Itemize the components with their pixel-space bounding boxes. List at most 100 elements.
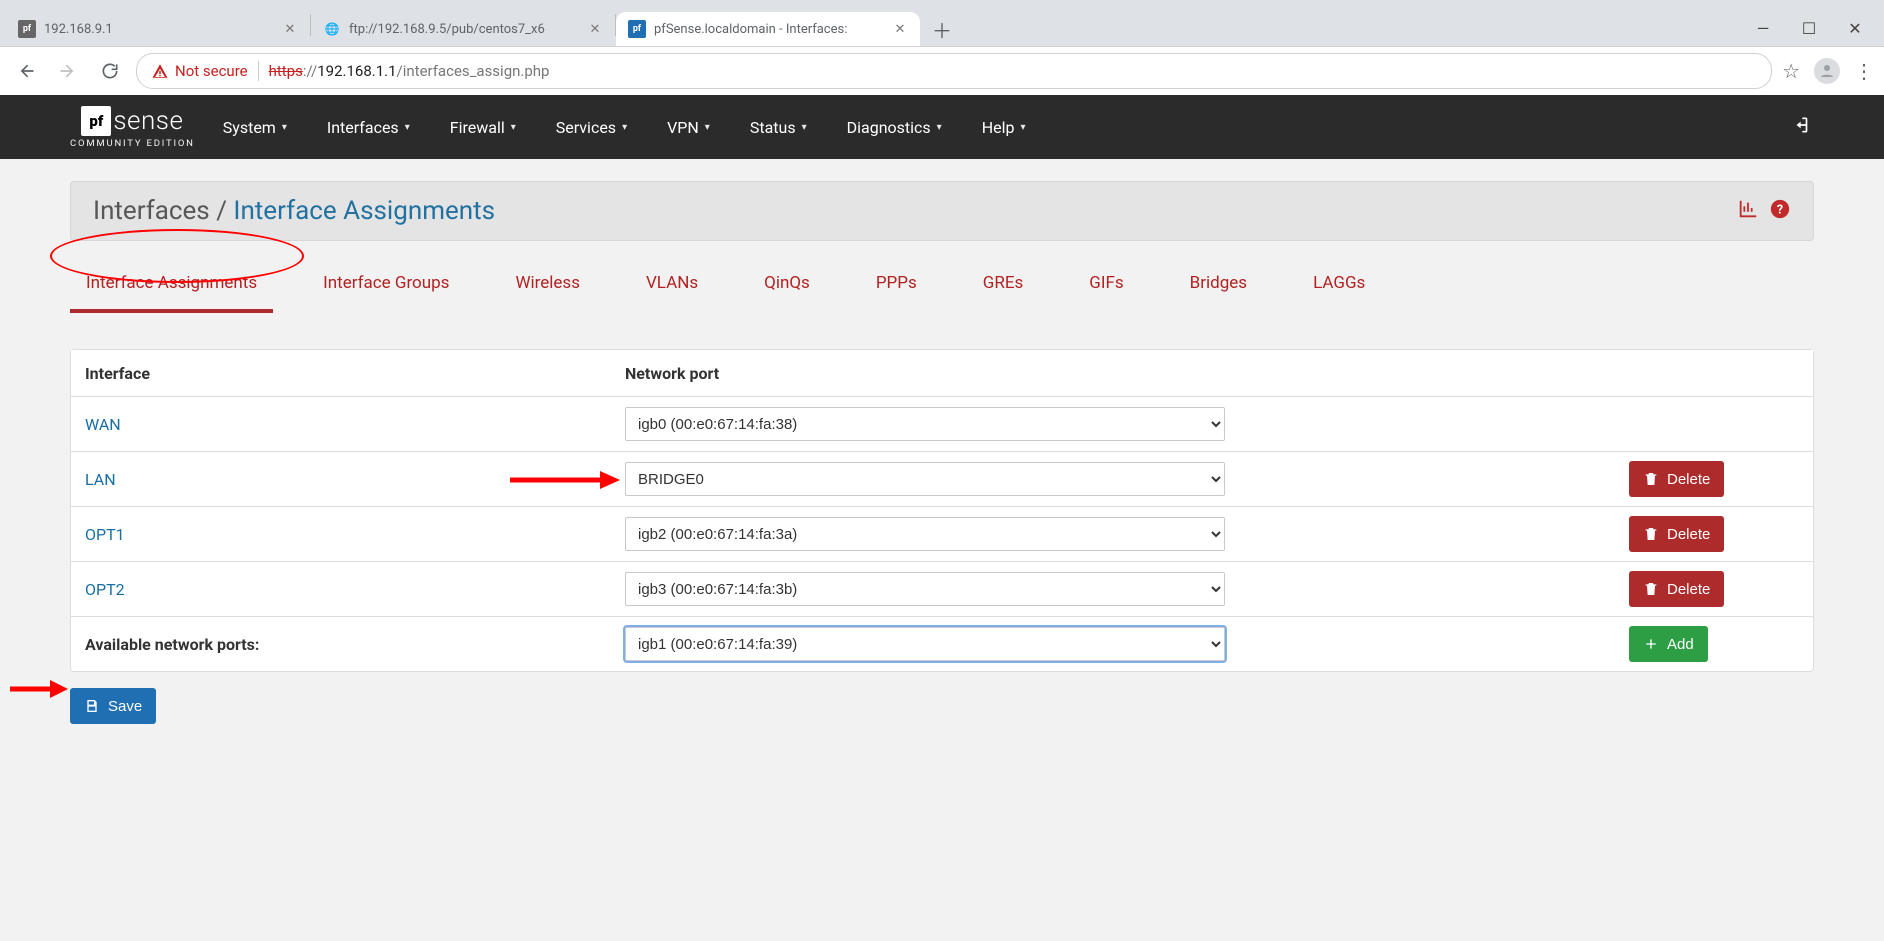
logo-subtitle: COMMUNITY EDITION (70, 138, 195, 149)
save-button[interactable]: Save (70, 688, 156, 724)
nav-item-vpn[interactable]: VPN ▾ (667, 118, 710, 137)
plus-icon (1643, 636, 1659, 652)
warning-triangle-icon (151, 62, 169, 80)
close-icon[interactable]: ✕ (587, 21, 603, 37)
browser-tab[interactable]: 🌐 ftp://192.168.9.5/pub/centos7_x6 ✕ (311, 12, 615, 46)
tab-bridges[interactable]: Bridges (1180, 267, 1257, 299)
port-select-opt1[interactable]: igb2 (00:e0:67:14:fa:3a) (625, 517, 1225, 551)
kebab-menu-icon[interactable]: ⋮ (1854, 59, 1874, 83)
port-select-opt2[interactable]: igb3 (00:e0:67:14:fa:3b) (625, 572, 1225, 606)
breadcrumb-separator: / (216, 196, 227, 226)
nav-item-help[interactable]: Help ▾ (982, 118, 1026, 137)
caret-down-icon: ▾ (511, 122, 516, 133)
nav-item-interfaces[interactable]: Interfaces▾ (327, 118, 410, 137)
nav-item-firewall[interactable]: Firewall▾ (450, 118, 516, 137)
browser-chrome: pf 192.168.9.1 ✕ 🌐 ftp://192.168.9.5/pub… (0, 0, 1884, 95)
tab-vlans[interactable]: VLANs (636, 267, 708, 299)
delete-button[interactable]: Delete (1629, 516, 1724, 552)
window-minimize-button[interactable]: — (1740, 12, 1786, 44)
tab-gifs[interactable]: GIFs (1079, 267, 1133, 299)
col-header-interface: Interface (85, 364, 625, 383)
tab-title: 192.168.9.1 (44, 22, 274, 37)
interface-link-opt2[interactable]: OPT2 (85, 580, 125, 599)
url-text: https://192.168.1.1/interfaces_assign.ph… (269, 62, 550, 80)
col-header-port: Network port (625, 364, 1629, 383)
help-icon[interactable]: ? (1769, 198, 1791, 224)
caret-down-icon: ▾ (705, 122, 710, 133)
profile-avatar-icon[interactable] (1814, 58, 1840, 84)
page-title: Interfaces / Interface Assignments (93, 196, 495, 226)
new-tab-button[interactable]: ＋ (928, 15, 956, 43)
port-select-wan[interactable]: igb0 (00:e0:67:14:fa:38) (625, 407, 1225, 441)
logout-button[interactable] (1794, 115, 1814, 139)
tab-title: ftp://192.168.9.5/pub/centos7_x6 (349, 22, 579, 37)
nav-item-system[interactable]: System▾ (223, 118, 287, 137)
interface-link-lan[interactable]: LAN (85, 470, 116, 489)
nav-label: System (223, 118, 276, 137)
page-body: Interfaces / Interface Assignments ? Int… (0, 159, 1884, 941)
close-icon: ✕ (1848, 19, 1861, 38)
address-bar: Not secure https://192.168.1.1/interface… (0, 46, 1884, 95)
browser-tab[interactable]: pf 192.168.9.1 ✕ (6, 12, 310, 46)
minimize-icon: — (1757, 19, 1770, 38)
tab-interface-groups[interactable]: Interface Groups (313, 267, 459, 299)
url-host: 192.168.1.1 (317, 62, 396, 80)
caret-down-icon: ▾ (1020, 122, 1025, 133)
tab-ppps[interactable]: PPPs (866, 267, 927, 299)
interface-link-opt1[interactable]: OPT1 (85, 525, 125, 544)
logout-icon (1794, 115, 1814, 135)
browser-tab-active[interactable]: pf pfSense.localdomain - Interfaces: ✕ (616, 12, 920, 46)
top-nav: pf sense COMMUNITY EDITION System▾ Inter… (0, 95, 1884, 159)
bookmark-star-icon[interactable]: ☆ (1782, 59, 1800, 83)
globe-icon: 🌐 (323, 20, 341, 38)
nav-label: Interfaces (327, 118, 399, 137)
arrow-left-icon (16, 61, 36, 81)
tab-wireless[interactable]: Wireless (505, 267, 590, 299)
tab-gres[interactable]: GREs (973, 267, 1034, 299)
nav-item-services[interactable]: Services▾ (556, 118, 627, 137)
nav-label: Services (556, 118, 616, 137)
available-ports-label: Available network ports: (85, 635, 625, 654)
trash-icon (1643, 581, 1659, 597)
security-warning[interactable]: Not secure (151, 62, 248, 80)
window-controls: — ☐ ✕ (1740, 12, 1878, 44)
interface-link-wan[interactable]: WAN (85, 415, 121, 434)
address-field[interactable]: Not secure https://192.168.1.1/interface… (136, 53, 1772, 89)
not-secure-label: Not secure (175, 62, 248, 80)
window-maximize-button[interactable]: ☐ (1786, 12, 1832, 44)
port-select-available[interactable]: igb1 (00:e0:67:14:fa:39) (625, 627, 1225, 661)
nav-item-diagnostics[interactable]: Diagnostics▾ (847, 118, 942, 137)
nav-item-status[interactable]: Status▾ (750, 118, 807, 137)
trash-icon (1643, 526, 1659, 542)
nav-label: VPN (667, 118, 699, 137)
close-icon[interactable]: ✕ (282, 21, 298, 37)
port-select-lan[interactable]: BRIDGE0 (625, 462, 1225, 496)
tab-title: pfSense.localdomain - Interfaces: (654, 22, 884, 37)
arrow-right-icon (58, 61, 78, 81)
close-icon[interactable]: ✕ (892, 21, 908, 37)
reload-button[interactable] (94, 55, 126, 87)
delete-button[interactable]: Delete (1629, 461, 1724, 497)
maximize-icon: ☐ (1802, 19, 1816, 38)
back-button[interactable] (10, 55, 42, 87)
pf-tabs: Interface Assignments Interface Groups W… (70, 241, 1814, 299)
pfsense-logo[interactable]: pf sense COMMUNITY EDITION (70, 106, 195, 149)
tab-laggs[interactable]: LAGGs (1303, 267, 1375, 299)
save-floppy-icon (84, 698, 100, 714)
status-graph-icon[interactable] (1737, 198, 1759, 224)
url-path: /interfaces_assign.php (397, 62, 550, 80)
table-row-available: Available network ports: igb1 (00:e0:67:… (71, 616, 1813, 671)
breadcrumb-page[interactable]: Interface Assignments (233, 196, 495, 226)
button-label: Delete (1667, 581, 1710, 598)
window-close-button[interactable]: ✕ (1832, 12, 1878, 44)
delete-button[interactable]: Delete (1629, 571, 1724, 607)
pf-favicon-icon: pf (628, 20, 646, 38)
add-button[interactable]: Add (1629, 626, 1708, 662)
logo-box: pf (81, 106, 111, 136)
tab-interface-assignments[interactable]: Interface Assignments (76, 267, 267, 299)
tab-strip: pf 192.168.9.1 ✕ 🌐 ftp://192.168.9.5/pub… (0, 0, 1884, 46)
forward-button[interactable] (52, 55, 84, 87)
tab-qinqs[interactable]: QinQs (754, 267, 820, 299)
nav-label: Help (982, 118, 1015, 137)
table-row: OPT2 igb3 (00:e0:67:14:fa:3b) Delete (71, 561, 1813, 616)
